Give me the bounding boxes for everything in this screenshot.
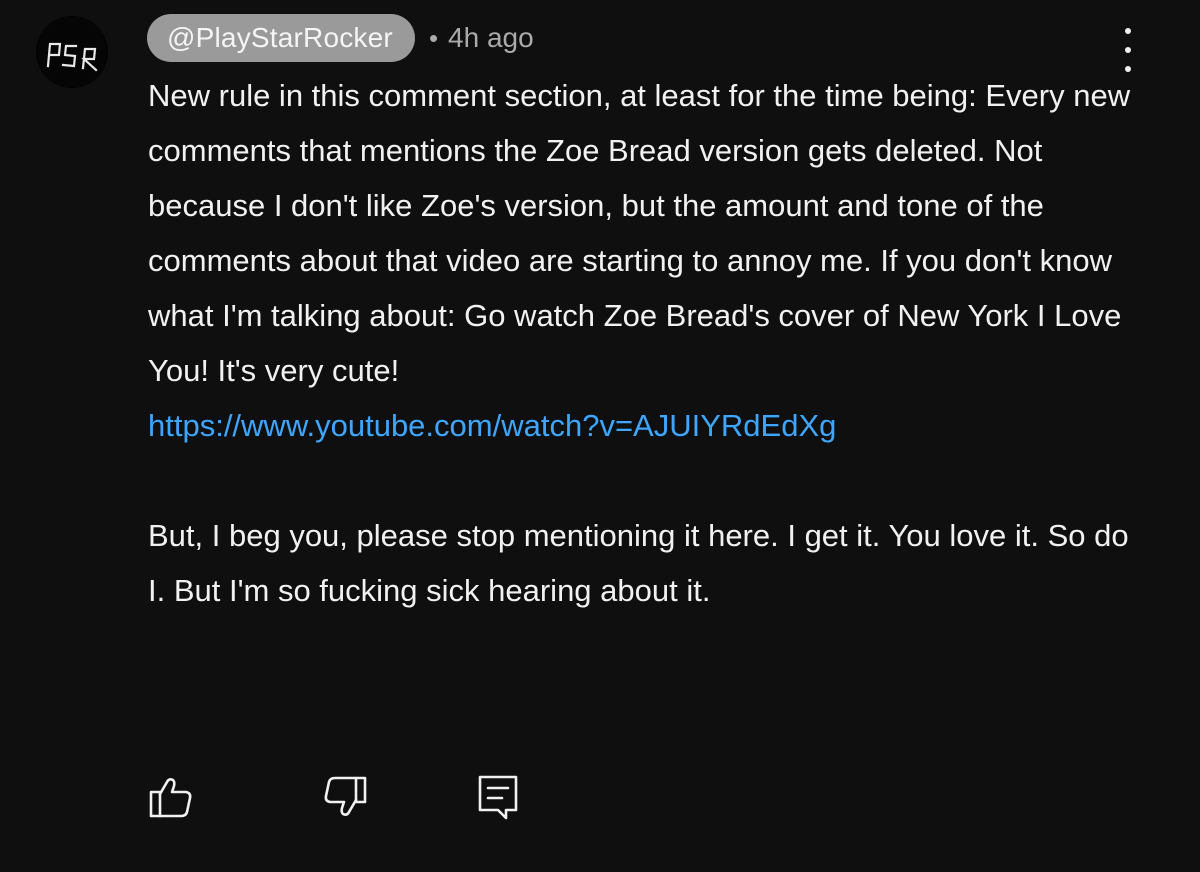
dislike-button[interactable] [320,772,370,822]
avatar[interactable] [36,16,108,88]
meta-separator: • [428,22,439,53]
reply-comment-icon [478,775,518,820]
vertical-ellipsis-icon [1125,28,1131,34]
like-button[interactable] [146,772,196,822]
thumbs-down-icon [324,776,367,816]
author-name[interactable]: @PlayStarRocker [147,14,415,62]
comment-header: @PlayStarRocker • 4h ago [147,14,534,62]
comment-paragraph: But, I beg you, please stop mentioning i… [148,518,1129,608]
more-options-button[interactable] [1108,28,1148,72]
vertical-ellipsis-icon-dot [1125,47,1131,53]
paragraph-break [148,453,1148,508]
avatar-logo [36,16,108,88]
video-link[interactable]: https://www.youtube.com/watch?v=AJUIYRdE… [148,408,836,443]
thumbs-up-icon [149,778,192,818]
comment-paragraph: New rule in this comment section, at lea… [148,78,1131,388]
comment-timestamp: 4h ago [448,22,534,53]
comment: @PlayStarRocker • 4h ago New rule in thi… [0,0,1200,872]
reply-button[interactable] [474,772,524,822]
comment-body: New rule in this comment section, at lea… [148,68,1148,618]
